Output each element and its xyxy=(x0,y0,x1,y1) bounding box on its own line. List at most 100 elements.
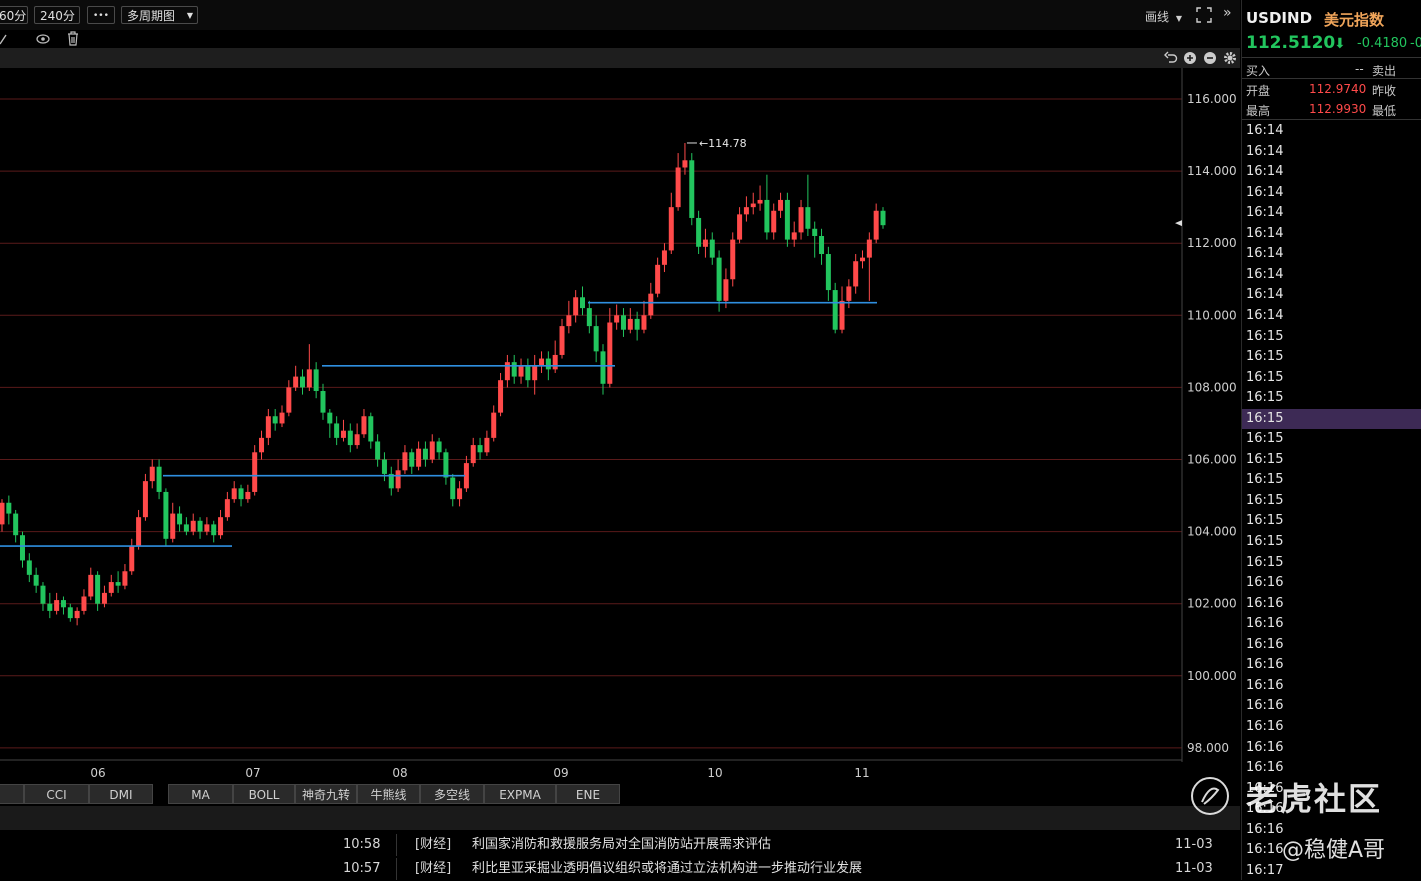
tick-time-row[interactable]: 16:16 xyxy=(1246,614,1421,634)
symbol-name: 美元指数 xyxy=(1324,11,1385,29)
tick-time-row[interactable]: 16:14 xyxy=(1246,244,1421,264)
y-tick-label: 106.000 xyxy=(1187,453,1237,467)
indicator-tab-dmi[interactable]: DMI xyxy=(89,784,153,804)
tick-time-row[interactable]: 16:15 xyxy=(1246,491,1421,511)
undo-icon[interactable] xyxy=(1164,51,1178,65)
zoom-in-icon[interactable] xyxy=(1183,51,1197,65)
tick-time-row[interactable]: 16:16 xyxy=(1246,696,1421,716)
tick-time-row[interactable]: 16:15 xyxy=(1246,327,1421,347)
indicator-tab-boll[interactable]: BOLL xyxy=(233,784,295,804)
tick-time-row[interactable]: 16:15 xyxy=(1246,470,1421,490)
candle-body xyxy=(702,239,708,247)
tick-time-row[interactable]: 16:15 xyxy=(1246,347,1421,367)
indicator-tab-ene[interactable]: ENE xyxy=(556,784,620,804)
eye-icon[interactable] xyxy=(35,32,51,46)
candle-body xyxy=(709,239,715,258)
tick-time-row[interactable]: 16:16 xyxy=(1246,635,1421,655)
price-pointer-icon xyxy=(1175,220,1182,227)
candle-body xyxy=(88,574,94,597)
news-title[interactable]: 利国家消防和救援服务局对全国消防站开展需求评估 xyxy=(472,834,771,856)
tick-time-row[interactable]: 16:16 xyxy=(1246,594,1421,614)
tick-time-row[interactable]: 16:15 xyxy=(1246,429,1421,449)
indicator-tab-long-short[interactable]: 多空线 xyxy=(420,784,484,804)
tick-time-row[interactable]: 16:16 xyxy=(1246,738,1421,758)
candle-body xyxy=(696,217,702,247)
candle-body xyxy=(504,362,510,381)
tick-time-row[interactable]: 16:15 xyxy=(1246,450,1421,470)
indicator-tab-expma[interactable]: EXPMA xyxy=(484,784,556,804)
tick-time-row[interactable]: 16:14 xyxy=(1246,224,1421,244)
candle-body xyxy=(778,199,784,211)
candle-body xyxy=(668,207,674,251)
period-60-button[interactable]: 60分 xyxy=(0,6,28,24)
news-row[interactable]: 10:57 [财经] 利比里亚采掘业透明倡议组织或将通过立法机构进一步推动行业发… xyxy=(0,858,1240,880)
candle-body xyxy=(238,488,244,500)
open-value: 112.9740 xyxy=(1309,82,1367,96)
tick-time-row[interactable]: 16:15 xyxy=(1246,388,1421,408)
watermark-brand: 老虎社区 xyxy=(1246,780,1383,818)
candle-body xyxy=(101,592,107,604)
x-tick-label: 06 xyxy=(90,766,105,780)
tick-time-row[interactable]: 16:14 xyxy=(1246,183,1421,203)
tick-time-row[interactable]: 16:14 xyxy=(1246,142,1421,162)
tick-time-row[interactable]: 16:14 xyxy=(1246,162,1421,182)
candle-body xyxy=(299,376,305,388)
candle-body xyxy=(122,571,128,586)
candle-body xyxy=(231,488,237,500)
candle-body xyxy=(265,416,271,438)
candle-body xyxy=(245,491,251,500)
y-tick-label: 110.000 xyxy=(1187,308,1237,322)
high-label: 最高 xyxy=(1246,104,1271,118)
tick-time-row[interactable]: 16:16 xyxy=(1246,573,1421,593)
candle-body xyxy=(183,524,189,532)
candle-body xyxy=(730,239,736,280)
candle-body xyxy=(620,315,626,330)
news-date: 11-03 xyxy=(1175,837,1213,852)
candle-body xyxy=(375,441,381,460)
candle-body xyxy=(491,412,497,438)
trash-icon[interactable] xyxy=(66,31,80,46)
candle-body xyxy=(320,391,326,413)
candle-body xyxy=(163,491,169,539)
settings-gear-icon[interactable] xyxy=(1223,51,1237,65)
news-row[interactable]: 10:58 [财经] 利国家消防和救援服务局对全国消防站开展需求评估 11-03 xyxy=(0,834,1240,856)
pen-icon[interactable] xyxy=(0,32,10,46)
period-240-button[interactable]: 240分 xyxy=(34,6,80,24)
draw-line-label: 画线 xyxy=(1145,10,1170,24)
candle-body xyxy=(6,502,12,514)
tick-time-row[interactable]: 16:16 xyxy=(1246,655,1421,675)
tick-time-row[interactable]: 16:14 xyxy=(1246,203,1421,223)
candle-body xyxy=(40,585,46,604)
candle-body xyxy=(252,452,258,492)
tick-time-list[interactable]: 16:14 16:14 16:14 16:14 16:14 16:14 16:14 16:14… xyxy=(1242,121,1421,880)
indicator-tab-bull-bear[interactable]: 牛熊线 xyxy=(357,784,420,804)
expand-panel-icon[interactable]: » xyxy=(1223,5,1232,21)
indicator-tab-partial[interactable] xyxy=(0,784,24,804)
prev-close-label: 昨收 xyxy=(1372,84,1397,98)
multi-period-dropdown[interactable]: 多周期图 ▼ xyxy=(121,6,198,24)
indicator-tab-td9[interactable]: 神奇九转 xyxy=(295,784,357,804)
fullscreen-icon[interactable] xyxy=(1196,7,1212,23)
news-title[interactable]: 利比里亚采掘业透明倡议组织或将通过立法机构进一步推动行业发展 xyxy=(472,858,862,880)
tick-time-row[interactable]: 16:15 xyxy=(1246,368,1421,388)
tick-time-row[interactable]: 16:14 xyxy=(1246,121,1421,141)
candle-body xyxy=(655,264,661,294)
zoom-out-icon[interactable] xyxy=(1203,51,1217,65)
divider xyxy=(1242,57,1421,58)
tick-time-row[interactable]: 16:15 xyxy=(1242,408,1421,429)
tick-time-row[interactable]: 16:16 xyxy=(1246,717,1421,737)
tick-time-row[interactable]: 16:15 xyxy=(1246,511,1421,531)
candle-body xyxy=(498,380,504,413)
tick-time-row[interactable]: 16:14 xyxy=(1246,265,1421,285)
tick-time-row[interactable]: 16:16 xyxy=(1246,676,1421,696)
indicator-tab-ma[interactable]: MA xyxy=(168,784,233,804)
draw-line-dropdown[interactable]: 画线 ▼ xyxy=(1145,8,1182,25)
tick-time-row[interactable]: 16:15 xyxy=(1246,532,1421,552)
news-header-bar xyxy=(0,806,1240,830)
candlestick-chart[interactable]: 116.000 114.000 112.000 110.000 108.000 106.0… xyxy=(0,68,1240,784)
tick-time-row[interactable]: 16:14 xyxy=(1246,285,1421,305)
tick-time-row[interactable]: 16:14 xyxy=(1246,306,1421,326)
tick-time-row[interactable]: 16:15 xyxy=(1246,553,1421,573)
more-periods-button[interactable]: ••• xyxy=(87,6,115,24)
indicator-tab-cci[interactable]: CCI xyxy=(24,784,89,804)
